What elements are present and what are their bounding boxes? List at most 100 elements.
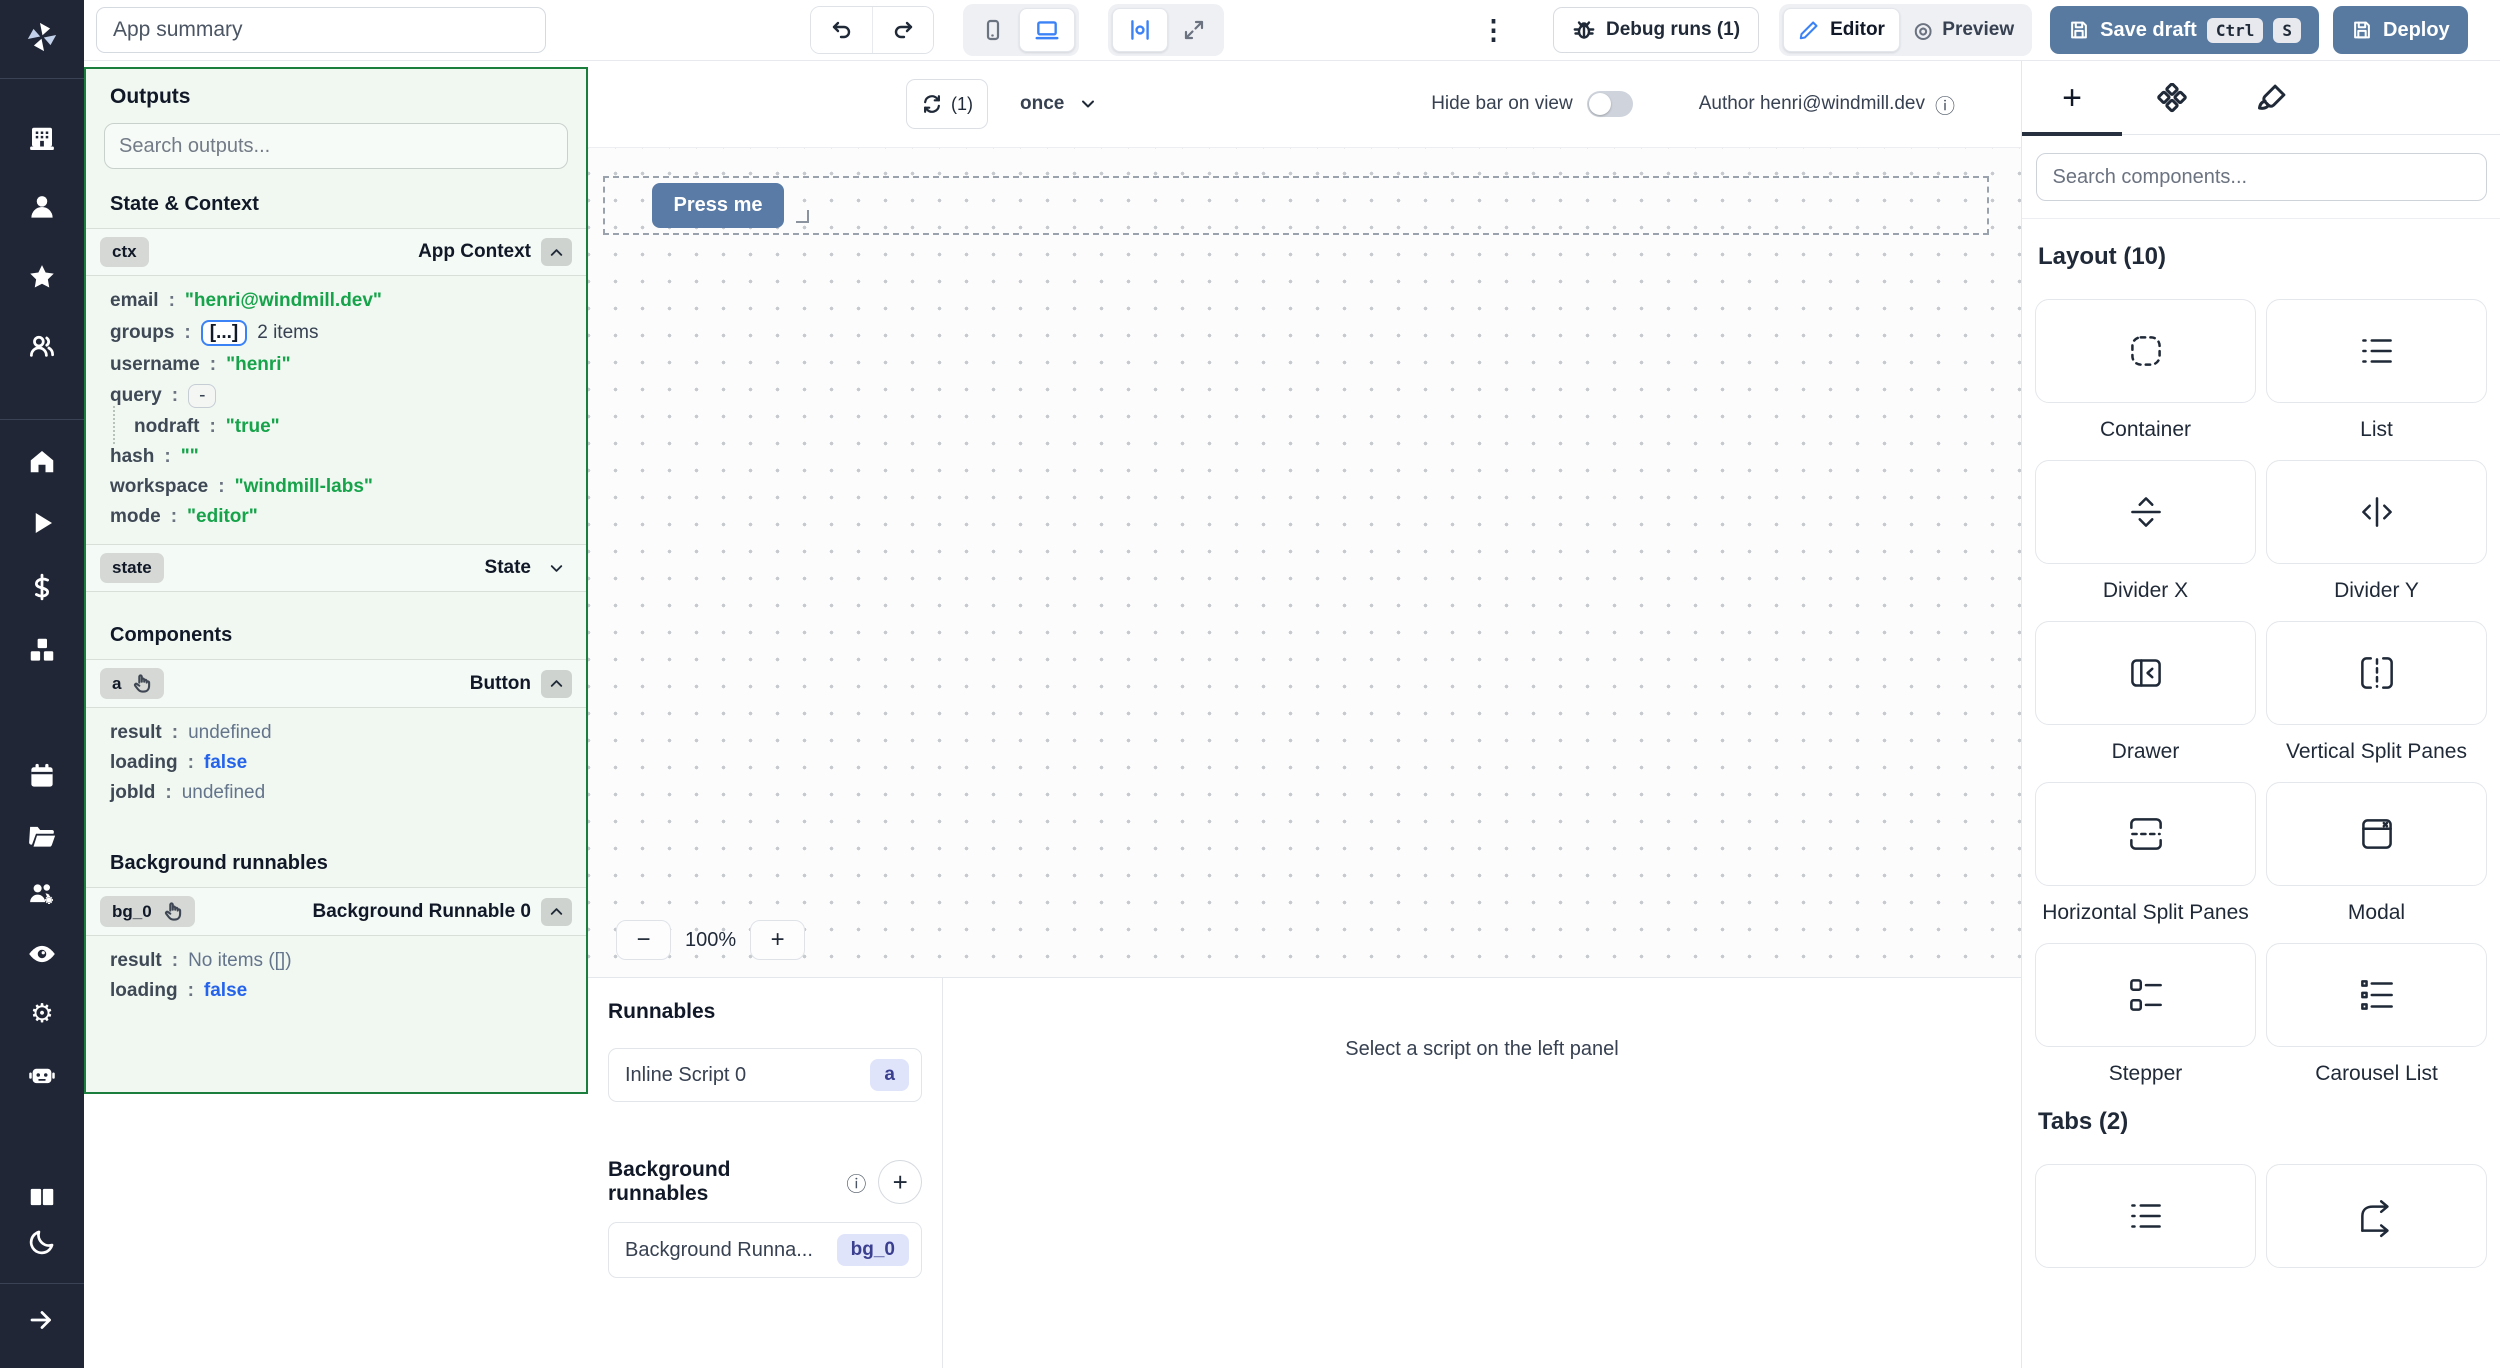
resources-cubes-icon[interactable] [25,633,59,667]
zoom-out-button[interactable]: − [616,920,671,960]
bg0-field-loading: loading: false [86,976,586,1006]
state-type-label: State [485,557,531,579]
ctx-type-label: App Context [418,241,531,263]
tab-styling[interactable] [2222,61,2322,134]
expand-array-badge[interactable]: [...] [201,320,248,346]
component-card-divider-x[interactable]: Divider X [2035,460,2256,605]
component-a-badge[interactable]: a [100,668,164,699]
windmill-logo-icon[interactable] [25,20,59,54]
audit-eye-icon[interactable] [25,937,59,971]
pointer-hand-icon [162,901,183,922]
debug-runs-button[interactable]: Debug runs (1) [1553,7,1759,53]
component-a-type-label: Button [470,673,531,695]
branch-split-icon [2354,1193,2400,1239]
zoom-controls: − 100% + [616,920,805,960]
ctx-field-query: query: - [86,380,586,412]
center-align-button[interactable] [1112,8,1168,52]
component-card-container[interactable]: Container [2035,299,2256,444]
carousel-list-icon [2354,972,2400,1018]
editor-label: Editor [1830,19,1885,41]
editor-tab[interactable]: Editor [1783,8,1900,52]
background-runnable-badge: bg_0 [837,1234,909,1266]
component-card-list[interactable]: List [2266,299,2487,444]
star-icon[interactable] [25,260,59,294]
sidebar: ⚙ [0,0,84,1368]
component-card-vertical-split-panes[interactable]: Vertical Split Panes [2266,621,2487,766]
sidebar-divider [0,419,84,420]
user-icon[interactable] [25,190,59,224]
home-icon[interactable] [25,444,59,478]
press-me-button[interactable]: Press me [652,183,784,228]
expand-sidebar-arrow-icon[interactable] [25,1303,59,1337]
info-icon[interactable]: ⓘ [1935,90,1955,119]
schedules-calendar-icon[interactable] [25,759,59,793]
schedule-dropdown[interactable]: once [1020,79,1098,129]
refresh-button[interactable]: (1) [906,79,988,129]
panel-divider [2022,218,2500,219]
add-background-runnable-button[interactable]: + [878,1160,922,1204]
search-outputs-input[interactable] [104,123,568,169]
variables-dollar-icon[interactable] [25,570,59,604]
zoom-in-button[interactable]: + [750,920,805,960]
expand-object-badge[interactable]: - [188,384,216,408]
components-header: Components [86,614,586,659]
deploy-button[interactable]: Deploy [2333,6,2468,54]
collapse-component-a-button[interactable] [541,670,572,698]
info-icon[interactable]: ⓘ [846,1168,866,1197]
expand-state-button[interactable] [541,554,572,582]
ai-robot-icon[interactable] [25,1058,59,1092]
a-field-jobid: jobId: undefined [86,778,586,808]
search-components-input[interactable] [2036,153,2487,201]
component-a-fields: result: undefined loading: false jobId: … [86,708,586,820]
mobile-view-button[interactable] [967,8,1019,52]
redo-button[interactable] [872,7,933,53]
hide-bar-toggle[interactable] [1587,91,1633,117]
workers-users-gear-icon[interactable] [25,877,59,911]
state-badge[interactable]: state [100,553,164,583]
bug-icon [1572,18,1596,42]
preview-tab[interactable]: ◎ Preview [1900,8,2028,52]
app-summary-input[interactable] [96,7,546,53]
docs-books-icon[interactable] [25,1180,59,1214]
dark-mode-moon-icon[interactable] [25,1225,59,1259]
more-menu-button[interactable]: ⋮ [1480,17,1507,44]
paintbrush-icon [2257,83,2287,113]
bg0-badge[interactable]: bg_0 [100,896,195,927]
component-card-horizontal-split-panes[interactable]: Horizontal Split Panes [2035,782,2256,927]
tab-insert-component[interactable]: + [2022,61,2122,134]
background-runnable-item[interactable]: Background Runna... bg_0 [608,1222,922,1278]
inline-script-item[interactable]: Inline Script 0 a [608,1048,922,1102]
component-card-carousel-list[interactable]: Carousel List [2266,943,2487,1088]
save-draft-label: Save draft [2100,19,2197,42]
component-card-divider-y[interactable]: Divider Y [2266,460,2487,605]
sidebar-divider [0,78,84,79]
state-context-header: State & Context [86,183,586,228]
save-draft-button[interactable]: Save draft Ctrl S [2050,6,2319,54]
folders-icon[interactable] [25,818,59,852]
ctx-badge[interactable]: ctx [100,237,149,267]
preview-eye-icon: ◎ [1914,18,1932,43]
undo-button[interactable] [811,7,872,53]
component-card-modal[interactable]: Modal [2266,782,2487,927]
app-canvas[interactable]: Press me − 100% + [588,147,2021,977]
plus-icon: + [2062,81,2082,115]
collapse-ctx-button[interactable] [541,238,572,266]
fullscreen-button[interactable] [1168,8,1220,52]
resize-handle-icon[interactable] [796,210,809,223]
runs-play-icon[interactable] [25,506,59,540]
groups-icon[interactable] [25,329,59,363]
collapse-bg0-button[interactable] [541,898,572,926]
tabs-icon [2123,1193,2169,1239]
component-card-tabs[interactable] [2035,1164,2256,1268]
tab-component-settings[interactable] [2122,61,2222,134]
settings-gear-icon[interactable]: ⚙ [25,996,59,1030]
component-card-drawer[interactable]: Drawer [2035,621,2256,766]
desktop-view-button[interactable] [1019,8,1075,52]
component-card-stepper[interactable]: Stepper [2035,943,2256,1088]
state-entry-row: state State [86,544,586,592]
bg0-field-result: result: No items ([]) [86,946,586,976]
workspace-icon[interactable] [25,122,59,156]
stepper-icon [2123,972,2169,1018]
selected-row-outline[interactable] [603,176,1989,235]
component-card-conditional-tabs[interactable] [2266,1164,2487,1268]
